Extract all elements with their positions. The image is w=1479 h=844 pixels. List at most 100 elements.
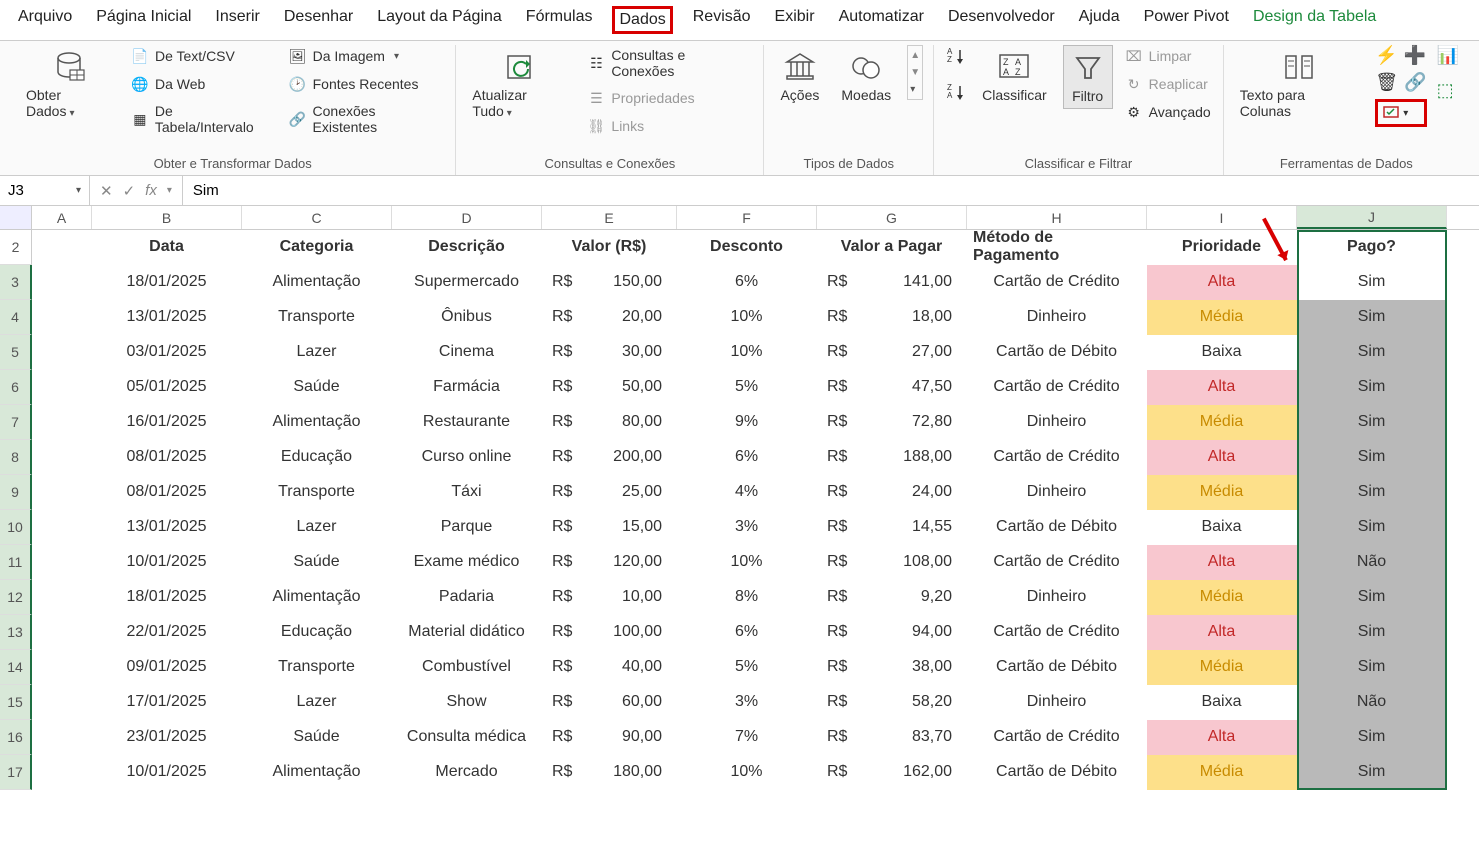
cell-pago[interactable]: Sim	[1297, 370, 1447, 405]
header-prioridade[interactable]: Prioridade	[1147, 230, 1297, 265]
cell[interactable]	[32, 405, 92, 440]
cell-prioridade[interactable]: Alta	[1147, 370, 1297, 405]
cell-pago[interactable]: Sim	[1297, 300, 1447, 335]
sort-desc-button[interactable]: ZA	[944, 81, 966, 103]
sort-button[interactable]: ZAAZ Classificar	[976, 45, 1053, 107]
from-text-csv-button[interactable]: 📄De Text/CSV	[129, 45, 277, 67]
cell-pago[interactable]: Sim	[1297, 650, 1447, 685]
cell[interactable]	[32, 755, 92, 790]
cell-data[interactable]: 10/01/2025	[92, 755, 242, 790]
cell[interactable]	[32, 370, 92, 405]
cell-descricao[interactable]: Padaria	[392, 580, 542, 615]
queries-connections-button[interactable]: ☷Consultas e Conexões	[585, 45, 753, 81]
cell-metodo[interactable]: Cartão de Crédito	[967, 265, 1147, 300]
cell-valor[interactable]: R$100,00	[542, 615, 677, 650]
row-header[interactable]: 13	[0, 615, 32, 650]
cell-valor-pagar[interactable]: R$72,80	[817, 405, 967, 440]
cell-prioridade[interactable]: Média	[1147, 475, 1297, 510]
remove-duplicates-icon[interactable]: 🗑	[1375, 72, 1398, 93]
cell-descricao[interactable]: Show	[392, 685, 542, 720]
cell-desconto[interactable]: 8%	[677, 580, 817, 615]
cell-valor-pagar[interactable]: R$108,00	[817, 545, 967, 580]
row-header[interactable]: 2	[0, 230, 32, 265]
cell-pago[interactable]: Sim	[1297, 405, 1447, 440]
cell-prioridade[interactable]: Média	[1147, 580, 1297, 615]
row-header[interactable]: 16	[0, 720, 32, 755]
cell-data[interactable]: 17/01/2025	[92, 685, 242, 720]
cell-valor[interactable]: R$50,00	[542, 370, 677, 405]
cell-metodo[interactable]: Cartão de Débito	[967, 755, 1147, 790]
menu-fórmulas[interactable]: Fórmulas	[522, 6, 597, 34]
cell-descricao[interactable]: Combustível	[392, 650, 542, 685]
cell-valor[interactable]: R$120,00	[542, 545, 677, 580]
cell-prioridade[interactable]: Alta	[1147, 720, 1297, 755]
menu-desenvolvedor[interactable]: Desenvolvedor	[944, 6, 1059, 34]
header-descricao[interactable]: Descrição	[392, 230, 542, 265]
recent-sources-button[interactable]: 🕑Fontes Recentes	[287, 73, 446, 95]
existing-connections-button[interactable]: 🔗Conexões Existentes	[287, 101, 446, 137]
cell[interactable]	[32, 440, 92, 475]
cell-metodo[interactable]: Cartão de Débito	[967, 510, 1147, 545]
cell-descricao[interactable]: Restaurante	[392, 405, 542, 440]
cell-metodo[interactable]: Dinheiro	[967, 300, 1147, 335]
cell-data[interactable]: 05/01/2025	[92, 370, 242, 405]
cell-prioridade[interactable]: Média	[1147, 755, 1297, 790]
cell[interactable]	[32, 265, 92, 300]
menu-dados[interactable]: Dados	[612, 6, 672, 34]
cell-prioridade[interactable]: Média	[1147, 300, 1297, 335]
cell-desconto[interactable]: 9%	[677, 405, 817, 440]
cell[interactable]	[32, 335, 92, 370]
cell-desconto[interactable]: 6%	[677, 440, 817, 475]
header-desconto[interactable]: Desconto	[677, 230, 817, 265]
cell[interactable]	[32, 510, 92, 545]
cell[interactable]	[32, 720, 92, 755]
cell-descricao[interactable]: Mercado	[392, 755, 542, 790]
cell-descricao[interactable]: Táxi	[392, 475, 542, 510]
cell-pago[interactable]: Sim	[1297, 440, 1447, 475]
cell-descricao[interactable]: Exame médico	[392, 545, 542, 580]
cell-desconto[interactable]: 5%	[677, 370, 817, 405]
cell-data[interactable]: 18/01/2025	[92, 580, 242, 615]
cell-pago[interactable]: Sim	[1297, 335, 1447, 370]
cell-prioridade[interactable]: Baixa	[1147, 510, 1297, 545]
cell-metodo[interactable]: Cartão de Crédito	[967, 615, 1147, 650]
cell-categoria[interactable]: Educação	[242, 440, 392, 475]
menu-design-da-tabela[interactable]: Design da Tabela	[1249, 6, 1380, 34]
col-header-H[interactable]: H	[967, 206, 1147, 229]
cell-valor-pagar[interactable]: R$24,00	[817, 475, 967, 510]
col-header-G[interactable]: G	[817, 206, 967, 229]
header-valor[interactable]: Valor (R$)	[542, 230, 677, 265]
cell-pago[interactable]: Sim	[1297, 510, 1447, 545]
cell-categoria[interactable]: Alimentação	[242, 580, 392, 615]
expand-icon[interactable]: ▾	[910, 84, 920, 95]
col-header-J[interactable]: J	[1297, 206, 1447, 229]
cell-valor[interactable]: R$150,00	[542, 265, 677, 300]
cell-valor[interactable]: R$15,00	[542, 510, 677, 545]
row-header[interactable]: 15	[0, 685, 32, 720]
cell[interactable]	[32, 475, 92, 510]
cell-pago[interactable]: Não	[1297, 685, 1447, 720]
cell-data[interactable]: 08/01/2025	[92, 475, 242, 510]
menu-automatizar[interactable]: Automatizar	[835, 6, 928, 34]
cell-categoria[interactable]: Transporte	[242, 300, 392, 335]
cell-data[interactable]: 22/01/2025	[92, 615, 242, 650]
cell-valor[interactable]: R$90,00	[542, 720, 677, 755]
cell-data[interactable]: 13/01/2025	[92, 300, 242, 335]
cell-descricao[interactable]: Material didático	[392, 615, 542, 650]
data-model-icon[interactable]: ⬚	[1437, 80, 1459, 101]
cell-desconto[interactable]: 4%	[677, 475, 817, 510]
cell-valor-pagar[interactable]: R$94,00	[817, 615, 967, 650]
row-header[interactable]: 3	[0, 265, 32, 300]
filter-button[interactable]: Filtro	[1063, 45, 1113, 109]
cell-categoria[interactable]: Lazer	[242, 685, 392, 720]
menu-power-pivot[interactable]: Power Pivot	[1140, 6, 1233, 34]
cell-descricao[interactable]: Farmácia	[392, 370, 542, 405]
cell-categoria[interactable]: Educação	[242, 615, 392, 650]
scroll-down-icon[interactable]: ▼	[910, 67, 920, 78]
menu-arquivo[interactable]: Arquivo	[14, 6, 76, 34]
col-header-D[interactable]: D	[392, 206, 542, 229]
cell-descricao[interactable]: Supermercado	[392, 265, 542, 300]
cell-pago[interactable]: Sim	[1297, 755, 1447, 790]
col-header-A[interactable]: A	[32, 206, 92, 229]
from-image-button[interactable]: 🖼Da Imagem	[287, 45, 446, 67]
